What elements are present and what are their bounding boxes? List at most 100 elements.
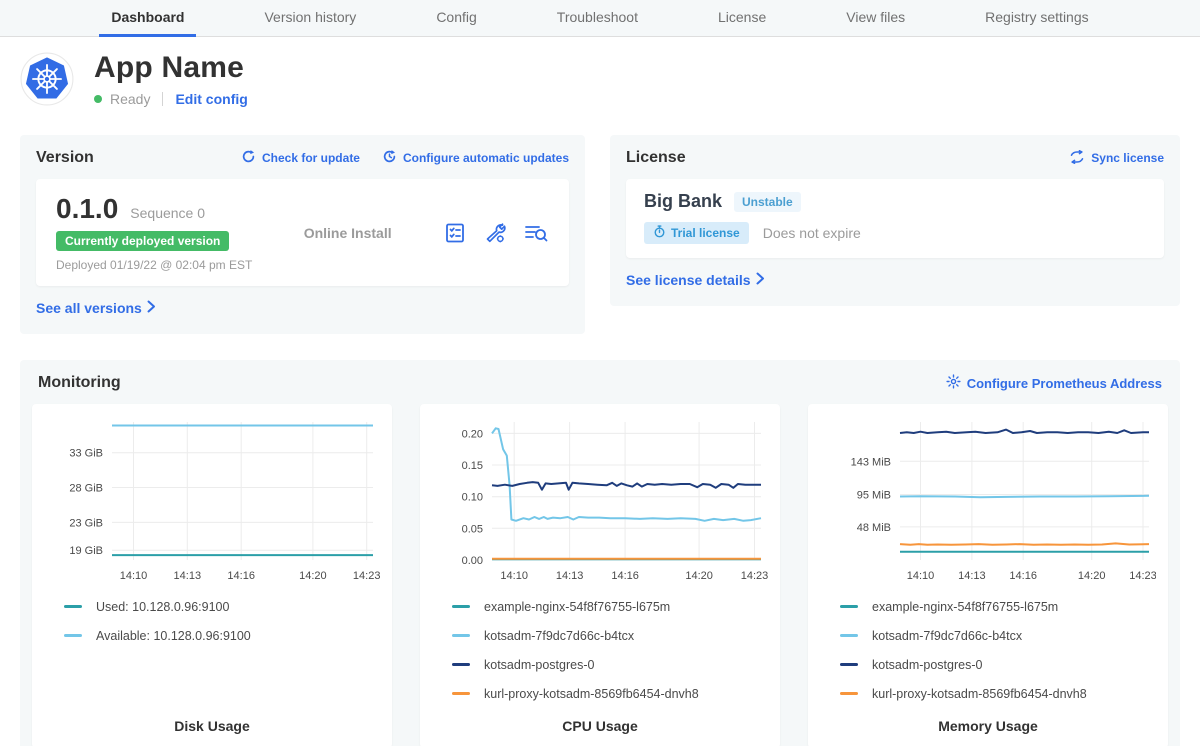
legend-label: example-nginx-54f8f76755-l675m	[484, 600, 670, 614]
svg-text:14:20: 14:20	[299, 570, 327, 582]
charts-row: 33 GiB28 GiB23 GiB19 GiB14:1014:1314:161…	[32, 404, 1168, 746]
preflight-checklist-icon[interactable]	[443, 221, 467, 245]
edit-config-link[interactable]: Edit config	[175, 91, 247, 107]
svg-text:14:23: 14:23	[741, 570, 768, 582]
chevron-right-icon	[756, 272, 765, 288]
legend-label: kurl-proxy-kotsadm-8569fb6454-dnvh8	[484, 687, 699, 701]
license-expiry: Does not expire	[763, 225, 861, 241]
svg-text:14:16: 14:16	[611, 570, 639, 582]
see-all-versions-link[interactable]: See all versions	[36, 300, 156, 316]
chart-card-cpu-usage: 0.20 0.15 0.10 0.05 0.00 14:10 14:13 14:16 14:20…	[420, 404, 780, 746]
current-version-card: 0.1.0 Sequence 0 Currently deployed vers…	[36, 179, 569, 286]
deployed-timestamp: Deployed 01/19/22 @ 02:04 pm EST	[56, 258, 252, 272]
app-title: App Name	[94, 51, 248, 85]
trial-license-badge: Trial license	[644, 222, 749, 244]
chart-legend: example-nginx-54f8f76755-l675m kotsadm-7f…	[452, 592, 770, 710]
svg-text:14:10: 14:10	[120, 570, 148, 582]
status-dot	[94, 95, 102, 103]
legend-label: Available: 10.128.0.96:9100	[96, 629, 251, 643]
legend-item: kotsadm-7f9dc7d66c-b4tcx	[452, 621, 770, 650]
monitoring-title: Monitoring	[38, 374, 121, 392]
legend-color-dash	[840, 692, 858, 695]
svg-text:14:13: 14:13	[174, 570, 202, 582]
svg-text:14:20: 14:20	[1078, 570, 1106, 582]
legend-item: example-nginx-54f8f76755-l675m	[452, 592, 770, 621]
chart-plot: 143 MiB95 MiB48 MiB14:1014:1314:1614:201…	[818, 412, 1156, 586]
svg-text:33 GiB: 33 GiB	[69, 448, 103, 460]
tab-view-files[interactable]: View files	[834, 0, 917, 37]
deployed-badge: Currently deployed version	[56, 231, 229, 251]
top-nav: Dashboard Version history Config Troublesho…	[0, 0, 1200, 37]
license-details-card: Big Bank Unstable Trial license Does not…	[626, 179, 1164, 258]
svg-text:0.10: 0.10	[462, 492, 483, 504]
tab-troubleshoot[interactable]: Troubleshoot	[545, 0, 650, 37]
legend-label: example-nginx-54f8f76755-l675m	[872, 600, 1058, 614]
legend-item: kurl-proxy-kotsadm-8569fb6454-dnvh8	[452, 679, 770, 708]
configure-automatic-updates-button[interactable]: Configure automatic updates	[382, 149, 569, 167]
svg-text:0.20: 0.20	[462, 428, 483, 440]
refresh-icon	[241, 149, 256, 167]
legend-color-dash	[452, 692, 470, 695]
sync-license-button[interactable]: Sync license	[1069, 150, 1164, 167]
chart-card-disk-usage: 33 GiB28 GiB23 GiB19 GiB14:1014:1314:161…	[32, 404, 392, 746]
legend-label: kotsadm-postgres-0	[484, 658, 594, 672]
app-header: App Name Ready Edit config	[0, 37, 1200, 117]
legend-color-dash	[64, 605, 82, 608]
tab-registry-settings[interactable]: Registry settings	[973, 0, 1100, 37]
version-number: 0.1.0	[56, 193, 118, 225]
chart-title: Disk Usage	[42, 718, 382, 734]
legend-label: kotsadm-7f9dc7d66c-b4tcx	[872, 629, 1022, 643]
license-customer-name: Big Bank	[644, 191, 722, 212]
app-status: Ready	[110, 91, 150, 107]
see-license-details-link[interactable]: See license details	[626, 272, 765, 288]
svg-text:14:20: 14:20	[685, 570, 713, 582]
tab-config[interactable]: Config	[424, 0, 488, 37]
install-type: Online Install	[304, 225, 392, 241]
legend-color-dash	[840, 663, 858, 666]
svg-text:0.05: 0.05	[462, 523, 483, 535]
monitoring-panel: Monitoring Configure Prometheus Address …	[20, 360, 1180, 746]
svg-text:14:16: 14:16	[1009, 570, 1037, 582]
legend-color-dash	[64, 634, 82, 637]
svg-text:143 MiB: 143 MiB	[851, 456, 891, 468]
legend-color-dash	[840, 605, 858, 608]
version-sequence: Sequence 0	[130, 205, 205, 221]
sync-arrows-icon	[1069, 150, 1085, 167]
legend-color-dash	[452, 634, 470, 637]
legend-color-dash	[452, 605, 470, 608]
legend-item: example-nginx-54f8f76755-l675m	[840, 592, 1158, 621]
svg-text:14:13: 14:13	[958, 570, 986, 582]
svg-text:14:23: 14:23	[1129, 570, 1156, 582]
kubernetes-app-icon	[20, 52, 74, 106]
tab-license[interactable]: License	[706, 0, 778, 37]
svg-text:28 GiB: 28 GiB	[69, 483, 103, 495]
divider	[162, 92, 163, 106]
legend-item: kurl-proxy-kotsadm-8569fb6454-dnvh8	[840, 679, 1158, 708]
svg-text:14:10: 14:10	[500, 570, 528, 582]
legend-item: kotsadm-postgres-0	[452, 650, 770, 679]
svg-text:0.15: 0.15	[462, 460, 483, 472]
view-logs-icon[interactable]	[523, 221, 549, 245]
legend-item: kotsadm-7f9dc7d66c-b4tcx	[840, 621, 1158, 650]
configure-prometheus-button[interactable]: Configure Prometheus Address	[946, 374, 1162, 392]
chevron-right-icon	[147, 300, 156, 316]
tab-dashboard[interactable]: Dashboard	[99, 0, 196, 37]
svg-text:14:16: 14:16	[227, 570, 255, 582]
chart-card-memory-usage: 143 MiB95 MiB48 MiB14:1014:1314:1614:201…	[808, 404, 1168, 746]
schedule-clock-icon	[382, 149, 397, 167]
legend-item: Available: 10.128.0.96:9100	[64, 621, 382, 650]
svg-text:0.00: 0.00	[462, 555, 483, 567]
svg-text:48 MiB: 48 MiB	[857, 522, 891, 534]
legend-label: kotsadm-7f9dc7d66c-b4tcx	[484, 629, 634, 643]
tab-version-history[interactable]: Version history	[252, 0, 368, 37]
gear-icon	[946, 374, 961, 392]
chart-title: CPU Usage	[430, 718, 770, 734]
chart-plot: 0.20 0.15 0.10 0.05 0.00 14:10 14:13 14:16 14:20…	[430, 412, 768, 586]
legend-item: kotsadm-postgres-0	[840, 650, 1158, 679]
legend-label: kurl-proxy-kotsadm-8569fb6454-dnvh8	[872, 687, 1087, 701]
version-panel: Version Check for update Configure autom…	[20, 135, 585, 334]
svg-text:14:13: 14:13	[556, 570, 584, 582]
stopwatch-icon	[653, 225, 666, 241]
config-wrench-gear-icon[interactable]	[483, 221, 507, 245]
check-for-update-button[interactable]: Check for update	[241, 149, 360, 167]
